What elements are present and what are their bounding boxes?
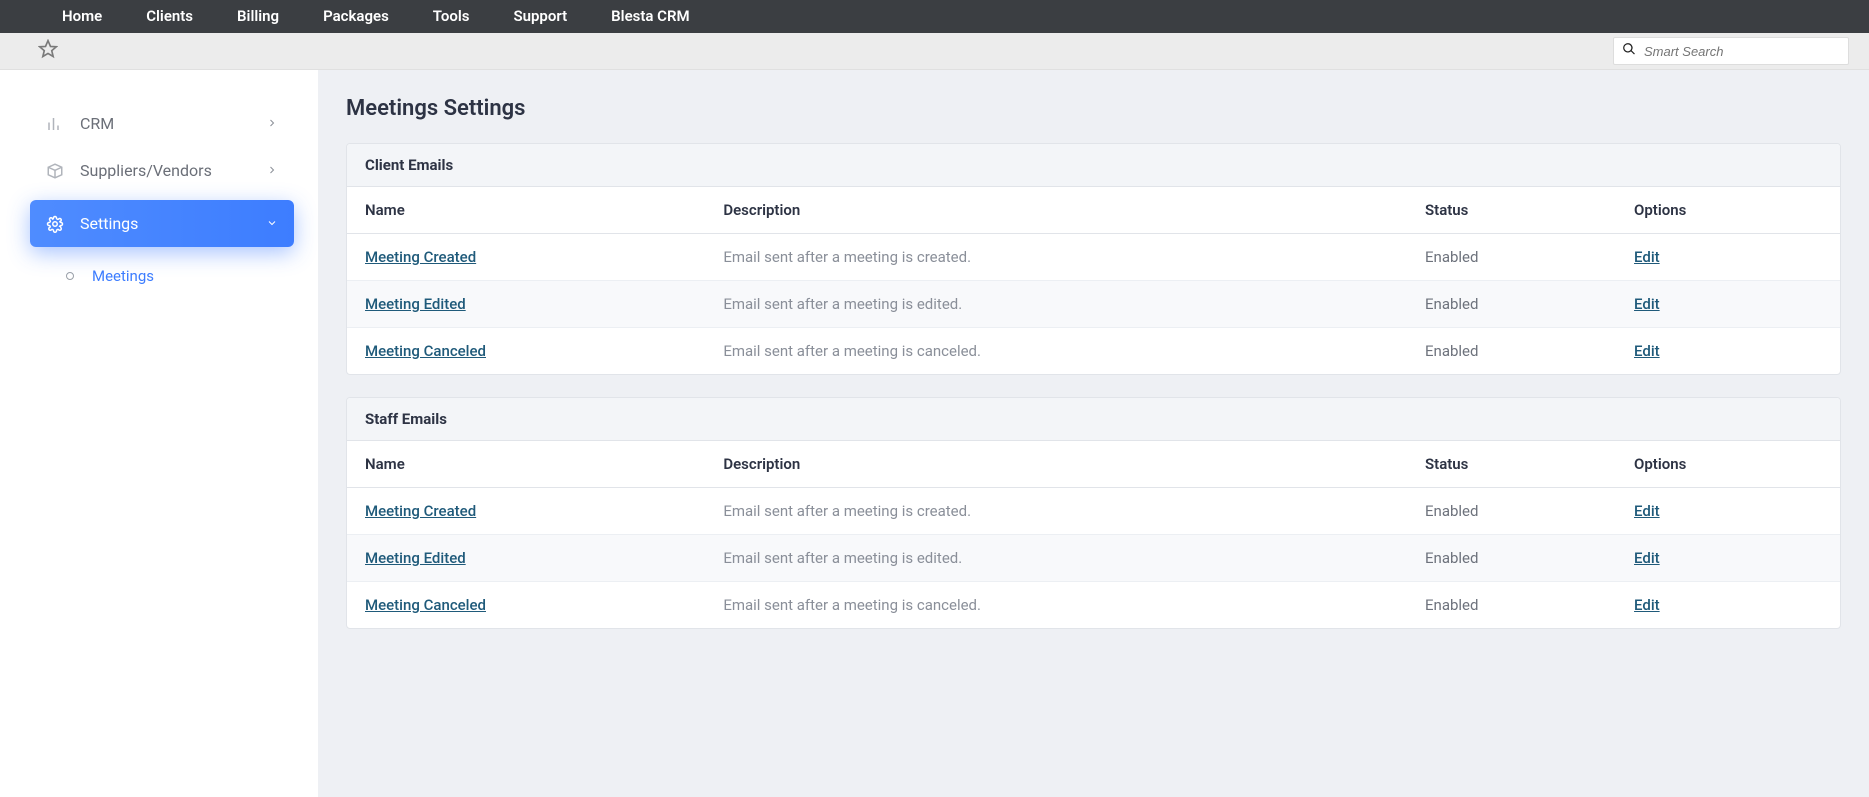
sidebar-item-settings[interactable]: Settings: [30, 200, 294, 247]
smart-search[interactable]: [1613, 37, 1849, 65]
sidebar-item-label: Suppliers/Vendors: [80, 161, 212, 180]
sidebar-subitem-meetings[interactable]: Meetings: [66, 261, 294, 291]
sub-bar: [0, 33, 1869, 70]
client-emails-table: Name Description Status Options Meeting …: [347, 187, 1840, 374]
email-status: Enabled: [1407, 234, 1616, 281]
search-input[interactable]: [1644, 44, 1840, 59]
edit-link[interactable]: Edit: [1634, 295, 1660, 313]
column-status: Status: [1407, 187, 1616, 234]
nav-clients[interactable]: Clients: [124, 0, 215, 33]
column-description: Description: [705, 441, 1407, 488]
panel-client-emails: Client Emails Name Description Status Op…: [346, 143, 1841, 375]
column-description: Description: [705, 187, 1407, 234]
bar-chart-icon: [46, 115, 68, 133]
column-options: Options: [1616, 441, 1840, 488]
email-status: Enabled: [1407, 488, 1616, 535]
staff-emails-table: Name Description Status Options Meeting …: [347, 441, 1840, 628]
email-name-link[interactable]: Meeting Created: [365, 502, 476, 520]
chevron-down-icon: [266, 214, 278, 233]
table-row: Meeting Created Email sent after a meeti…: [347, 488, 1840, 535]
table-row: Meeting Canceled Email sent after a meet…: [347, 328, 1840, 375]
email-status: Enabled: [1407, 535, 1616, 582]
email-status: Enabled: [1407, 328, 1616, 375]
main-content: Meetings Settings Client Emails Name Des…: [318, 70, 1869, 797]
nav-blesta-crm[interactable]: Blesta CRM: [589, 0, 712, 33]
email-name-link[interactable]: Meeting Edited: [365, 549, 466, 567]
table-row: Meeting Created Email sent after a meeti…: [347, 234, 1840, 281]
edit-link[interactable]: Edit: [1634, 549, 1660, 567]
table-row: Meeting Edited Email sent after a meetin…: [347, 281, 1840, 328]
edit-link[interactable]: Edit: [1634, 596, 1660, 614]
nav-tools[interactable]: Tools: [411, 0, 492, 33]
column-options: Options: [1616, 187, 1840, 234]
table-row: Meeting Edited Email sent after a meetin…: [347, 535, 1840, 582]
nav-billing[interactable]: Billing: [215, 0, 301, 33]
email-name-link[interactable]: Meeting Canceled: [365, 596, 486, 614]
sidebar-subitem-label: Meetings: [92, 267, 154, 285]
column-name: Name: [347, 187, 705, 234]
panel-header: Client Emails: [347, 144, 1840, 187]
nav-support[interactable]: Support: [491, 0, 589, 33]
email-description: Email sent after a meeting is created.: [705, 234, 1407, 281]
edit-link[interactable]: Edit: [1634, 502, 1660, 520]
chevron-right-icon: [266, 161, 278, 180]
email-description: Email sent after a meeting is edited.: [705, 535, 1407, 582]
email-description: Email sent after a meeting is canceled.: [705, 582, 1407, 629]
email-status: Enabled: [1407, 281, 1616, 328]
nav-home[interactable]: Home: [40, 0, 124, 33]
panel-staff-emails: Staff Emails Name Description Status Opt…: [346, 397, 1841, 629]
box-icon: [46, 162, 68, 180]
sidebar-item-label: CRM: [80, 114, 114, 133]
settings-submenu: Meetings: [30, 253, 294, 291]
email-description: Email sent after a meeting is canceled.: [705, 328, 1407, 375]
column-name: Name: [347, 441, 705, 488]
panel-header: Staff Emails: [347, 398, 1840, 441]
email-name-link[interactable]: Meeting Edited: [365, 295, 466, 313]
table-row: Meeting Canceled Email sent after a meet…: [347, 582, 1840, 629]
sidebar: CRM Suppliers/Vendors Settings: [0, 70, 318, 797]
email-status: Enabled: [1407, 582, 1616, 629]
email-name-link[interactable]: Meeting Canceled: [365, 342, 486, 360]
email-name-link[interactable]: Meeting Created: [365, 248, 476, 266]
column-status: Status: [1407, 441, 1616, 488]
edit-link[interactable]: Edit: [1634, 342, 1660, 360]
chevron-right-icon: [266, 114, 278, 133]
sidebar-item-label: Settings: [80, 214, 138, 233]
nav-packages[interactable]: Packages: [301, 0, 411, 33]
sidebar-item-suppliers[interactable]: Suppliers/Vendors: [30, 147, 294, 194]
email-description: Email sent after a meeting is edited.: [705, 281, 1407, 328]
top-nav: Home Clients Billing Packages Tools Supp…: [0, 0, 1869, 33]
page-title: Meetings Settings: [346, 96, 1841, 121]
search-icon: [1622, 42, 1644, 60]
favorite-star-icon[interactable]: [38, 39, 58, 63]
edit-link[interactable]: Edit: [1634, 248, 1660, 266]
email-description: Email sent after a meeting is created.: [705, 488, 1407, 535]
gear-icon: [46, 215, 68, 233]
sidebar-item-crm[interactable]: CRM: [30, 100, 294, 147]
